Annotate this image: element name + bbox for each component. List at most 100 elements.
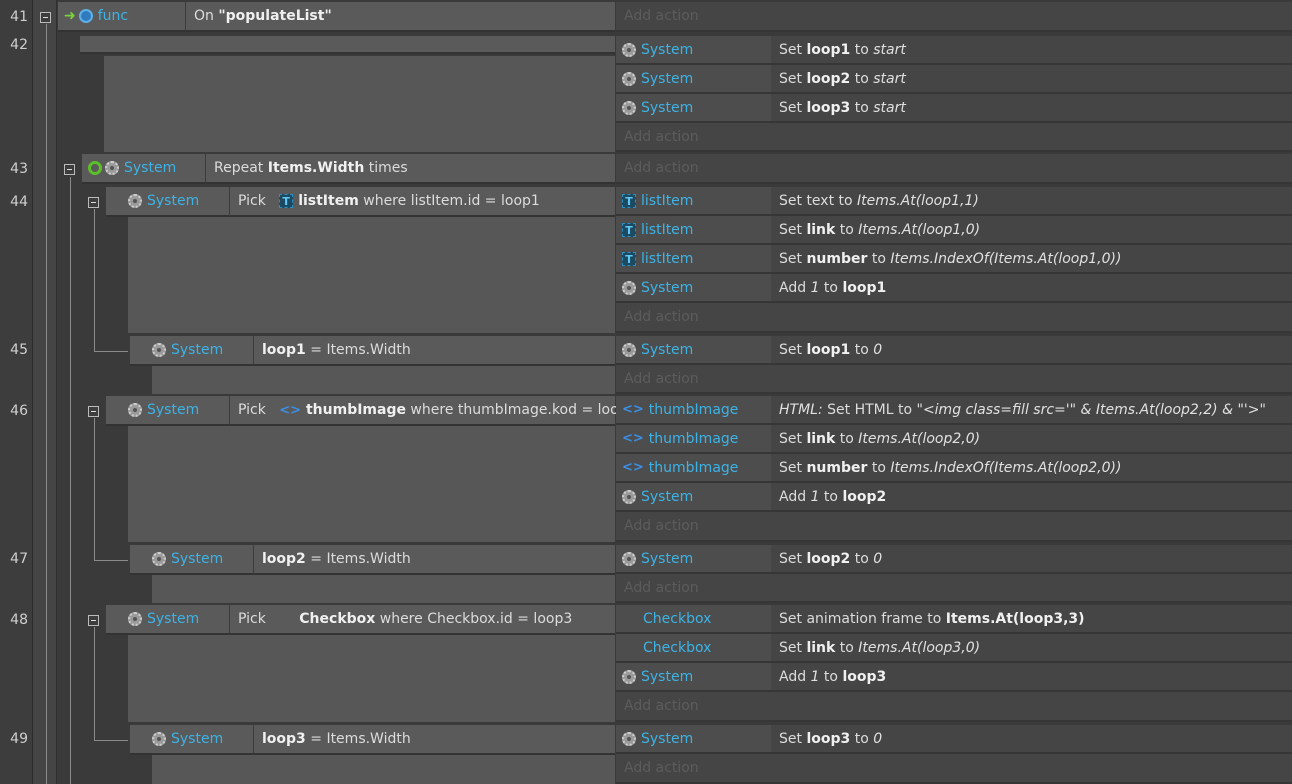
- param: link: [806, 639, 836, 656]
- collapse-toggle-icon[interactable]: [64, 164, 75, 175]
- event-43-condition[interactable]: Repeat Items.Width times: [205, 154, 615, 184]
- add-action-button[interactable]: Add action: [616, 123, 1292, 152]
- collapse-toggle-icon[interactable]: [88, 406, 99, 417]
- add-action-button[interactable]: Add action: [616, 303, 1292, 333]
- action-text[interactable]: Set number to Items.IndexOf(Items.At(loo…: [771, 454, 1292, 483]
- action-text[interactable]: Set loop2 to 0: [771, 545, 1292, 574]
- add-action-button[interactable]: Add action: [616, 754, 1292, 784]
- event-43-object[interactable]: System: [82, 154, 205, 184]
- action-row[interactable]: System: [616, 274, 771, 303]
- condition-text: Pick: [238, 193, 271, 209]
- object-name: System: [641, 730, 694, 747]
- action-row[interactable]: System: [616, 336, 771, 365]
- object-name: System: [641, 41, 694, 58]
- text: to: [867, 459, 891, 476]
- object-name: System: [147, 193, 200, 209]
- action-text[interactable]: Add 1 to loop1: [771, 274, 1292, 303]
- text: Add: [779, 279, 811, 296]
- event-49-object[interactable]: System: [130, 725, 253, 755]
- collapse-toggle-icon[interactable]: [40, 12, 51, 23]
- text: to: [867, 250, 891, 267]
- action-row[interactable]: TlistItem: [616, 216, 771, 245]
- event-46-condition[interactable]: Pick <> thumbImage where thumbImage.kod =…: [229, 396, 636, 426]
- action-row[interactable]: System: [616, 94, 771, 123]
- event-47-condition[interactable]: loop2 = Items.Width: [253, 545, 615, 575]
- action-row[interactable]: System: [616, 483, 771, 512]
- collapse-toggle-icon[interactable]: [88, 197, 99, 208]
- action-row[interactable]: TlistItem: [616, 245, 771, 274]
- action-text[interactable]: Add 1 to loop2: [771, 483, 1292, 512]
- action-text[interactable]: Set link to Items.At(loop3,0): [771, 634, 1292, 663]
- tree-line: [46, 24, 47, 784]
- action-row[interactable]: TlistItem: [616, 187, 771, 216]
- action-text[interactable]: Set loop3 to 0: [771, 725, 1292, 754]
- condition-text: Pick: [238, 402, 271, 418]
- add-action-button[interactable]: Add action: [616, 154, 1292, 184]
- add-action-button[interactable]: Add action: [616, 512, 1292, 542]
- event-41-condition[interactable]: On "populateList": [185, 2, 615, 32]
- action-row[interactable]: System: [616, 65, 771, 94]
- param: loop3: [842, 668, 887, 685]
- add-action-button[interactable]: Add action: [616, 2, 1292, 32]
- row-number: 49: [10, 731, 28, 747]
- action-row[interactable]: Checkbox: [616, 605, 771, 634]
- action-text[interactable]: Set number to Items.IndexOf(Items.At(loo…: [771, 245, 1292, 274]
- event-41-object[interactable]: ➜ func: [58, 2, 185, 32]
- gear-icon: [105, 161, 119, 175]
- add-action-button[interactable]: Add action: [616, 574, 1292, 603]
- action-row[interactable]: System: [616, 663, 771, 692]
- add-action-button[interactable]: Add action: [616, 365, 1292, 394]
- action-row[interactable]: System: [616, 36, 771, 65]
- text: Set animation frame to: [779, 610, 946, 627]
- collapse-toggle-icon[interactable]: [88, 615, 99, 626]
- text: Set: [779, 221, 807, 238]
- row-number: 44: [10, 194, 28, 210]
- event-48-object[interactable]: System: [106, 605, 229, 635]
- value: start: [873, 70, 906, 87]
- text: Add: [779, 668, 811, 685]
- text: Set: [779, 459, 807, 476]
- action-text[interactable]: Set link to Items.At(loop2,0): [771, 425, 1292, 454]
- event-45-object[interactable]: System: [130, 336, 253, 366]
- action-text[interactable]: Set loop2 to start: [771, 65, 1292, 94]
- add-action-button[interactable]: Add action: [616, 692, 1292, 722]
- object-name: Checkbox: [643, 610, 712, 627]
- event-45-condition[interactable]: loop1 = Items.Width: [253, 336, 615, 366]
- action-text[interactable]: HTML: Set HTML to " <img class=fill src='…: [771, 396, 1292, 425]
- text: Add: [779, 488, 811, 505]
- action-row[interactable]: Checkbox: [616, 634, 771, 663]
- event-44-object[interactable]: System: [106, 187, 229, 217]
- text-object-icon: T: [622, 251, 636, 266]
- condition-text: Pick: [238, 611, 271, 627]
- gear-icon: [128, 403, 142, 417]
- action-text[interactable]: Set loop3 to start: [771, 94, 1292, 123]
- action-text[interactable]: Set animation frame to Items.At(loop3,3): [771, 605, 1292, 634]
- value: start: [873, 99, 906, 116]
- html-element-icon: <>: [622, 460, 644, 475]
- text: Set: [779, 639, 807, 656]
- param: number: [806, 459, 868, 476]
- row-number: 45: [10, 342, 28, 358]
- condition-text: On: [194, 8, 219, 24]
- action-row[interactable]: <> thumbImage: [616, 425, 771, 454]
- event-44-condition[interactable]: Pick TlistItem where listItem.id = loop1: [229, 187, 615, 217]
- action-row[interactable]: System: [616, 725, 771, 754]
- event-47-object[interactable]: System: [130, 545, 253, 575]
- event-49-condition[interactable]: loop3 = Items.Width: [253, 725, 615, 755]
- event-46-object[interactable]: System: [106, 396, 229, 426]
- event-48-condition[interactable]: Pick Checkbox where Checkbox.id = loop3: [229, 605, 615, 635]
- tree-line: [94, 351, 128, 352]
- gear-icon: [622, 731, 636, 746]
- param: link: [806, 430, 836, 447]
- action-text[interactable]: Add 1 to loop3: [771, 663, 1292, 692]
- action-row[interactable]: <> thumbImage: [616, 454, 771, 483]
- action-row[interactable]: System: [616, 545, 771, 574]
- action-text[interactable]: Set loop1 to 0: [771, 336, 1292, 365]
- action-text[interactable]: Set link to Items.At(loop1,0): [771, 216, 1292, 245]
- action-row[interactable]: <> thumbImage: [616, 396, 771, 425]
- event-48-body: [128, 635, 615, 722]
- action-text[interactable]: Set loop1 to start: [771, 36, 1292, 65]
- action-text[interactable]: Set text to Items.At(loop1,1): [771, 187, 1292, 216]
- event-42-condition-empty[interactable]: [80, 36, 615, 54]
- text: to: [850, 99, 874, 116]
